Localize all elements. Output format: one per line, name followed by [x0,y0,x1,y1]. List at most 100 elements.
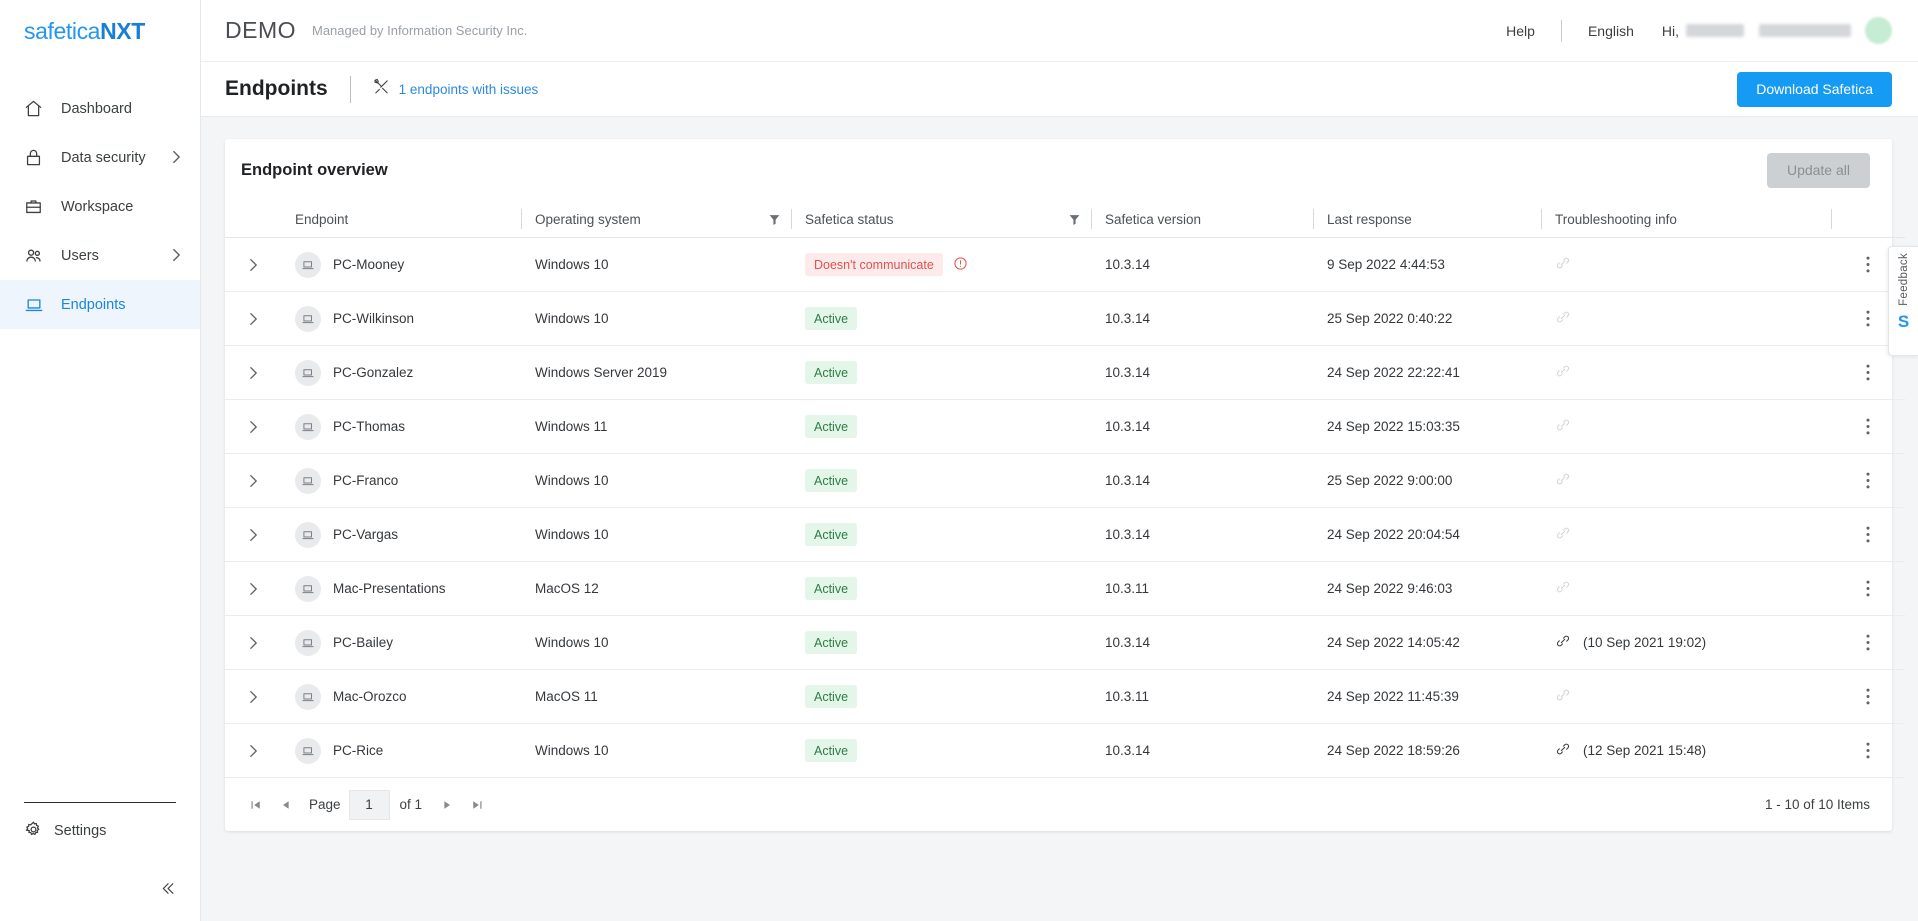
os-value: Windows 10 [535,527,609,542]
link-icon-active[interactable] [1555,633,1571,652]
row-expand-cell[interactable] [225,291,281,346]
table-row[interactable]: PC-Thomas Windows 11 Active 10.3.14 24 Sep 2… [225,399,1905,454]
sidebar-item-data-security[interactable]: Data security [0,133,200,182]
topbar: DEMO Managed by Information Security Inc… [201,0,1918,62]
chevron-right-icon[interactable] [225,670,281,723]
user-greeting[interactable]: Hi, [1662,23,1851,39]
row-expand-cell[interactable] [225,345,281,400]
next-page-icon[interactable] [432,790,462,820]
row-menu-icon[interactable] [1831,454,1905,507]
table-row[interactable]: PC-Vargas Windows 10 Active 10.3.14 24 Sep 2… [225,507,1905,562]
table-row[interactable]: PC-Gonzalez Windows Server 2019 Active 10.3… [225,345,1905,400]
cell-row-actions[interactable] [1831,507,1905,562]
cell-row-actions[interactable] [1831,453,1905,508]
chevron-double-left-icon[interactable] [157,879,176,902]
filter-icon-operating-system[interactable] [768,213,781,226]
last-response-value: 24 Sep 2022 22:22:41 [1327,365,1460,380]
row-expand-cell[interactable] [225,723,281,778]
version-value: 10.3.11 [1105,581,1150,596]
row-expand-cell[interactable] [225,237,281,292]
chevron-right-icon[interactable] [225,346,281,399]
cell-safetica-status: Active [791,669,1091,724]
brand-logo[interactable]: safeticaNXT [0,0,200,62]
language-selector[interactable]: English [1574,23,1648,39]
endpoint-name: Mac-Orozco [333,689,407,704]
link-icon-disabled[interactable] [1555,417,1571,436]
chevron-right-icon[interactable] [225,454,281,507]
laptop-icon [295,359,321,386]
update-all-button[interactable]: Update all [1766,152,1870,188]
laptop-icon [295,737,321,764]
os-value: Windows Server 2019 [535,365,668,380]
row-expand-cell[interactable] [225,669,281,724]
table-row[interactable]: Mac-Orozco MacOS 11 Active 10.3.11 24 Sep 20… [225,669,1905,724]
page-number-input[interactable] [348,789,390,820]
os-value: Windows 11 [535,419,608,434]
row-expand-cell[interactable] [225,453,281,508]
row-expand-cell[interactable] [225,507,281,562]
user-name-redacted-last [1759,24,1851,37]
table-row[interactable]: Mac-Presentations MacOS 12 Active 10.3.11 24… [225,561,1905,616]
troubleshooting-timestamp: (12 Sep 2021 15:48) [1583,743,1707,758]
table-row[interactable]: PC-Wilkinson Windows 10 Active 10.3.14 25 Se… [225,291,1905,346]
row-menu-icon[interactable] [1831,508,1905,561]
row-menu-icon[interactable] [1831,724,1905,777]
download-safetica-button[interactable]: Download Safetica [1737,71,1892,107]
cell-last-response: 24 Sep 2022 20:04:54 [1313,507,1541,562]
last-page-icon[interactable] [462,790,492,820]
sidebar-item-endpoints[interactable]: Endpoints [0,280,200,329]
table-row[interactable]: PC-Franco Windows 10 Active 10.3.14 25 Sep 2… [225,453,1905,508]
column-header-operating-system: Operating system [521,201,791,238]
link-icon-disabled[interactable] [1555,363,1571,382]
row-menu-icon[interactable] [1831,670,1905,723]
chevron-right-icon[interactable] [225,508,281,561]
warning-icon[interactable] [953,256,968,274]
last-response-value: 24 Sep 2022 14:05:42 [1327,635,1460,650]
row-menu-icon[interactable] [1831,400,1905,453]
cell-row-actions[interactable] [1831,399,1905,454]
link-icon-disabled[interactable] [1555,687,1571,706]
sidebar-item-users[interactable]: Users [0,231,200,280]
chevron-right-icon[interactable] [225,238,281,291]
expand-column-header [225,201,281,238]
endpoint-name: PC-Vargas [333,527,399,542]
table-row[interactable]: PC-Bailey Windows 10 Active 10.3.14 24 Sep 2… [225,615,1905,670]
avatar[interactable] [1865,17,1892,44]
chevron-right-icon[interactable] [225,292,281,345]
sidebar-item-workspace[interactable]: Workspace [0,182,200,231]
endpoint-name: Mac-Presentations [333,581,446,596]
feedback-tab[interactable]: Feedback S [1888,246,1918,356]
version-value: 10.3.14 [1105,419,1151,434]
endpoints-with-issues-link[interactable]: 1 endpoints with issues [373,78,538,100]
row-menu-icon[interactable] [1831,616,1905,669]
cell-row-actions[interactable] [1831,723,1905,778]
link-icon-disabled[interactable] [1555,309,1571,328]
row-expand-cell[interactable] [225,399,281,454]
chevron-right-icon[interactable] [225,562,281,615]
column-label: Last response [1327,211,1412,227]
cell-row-actions[interactable] [1831,615,1905,670]
chevron-right-icon[interactable] [225,616,281,669]
sidebar-item-settings[interactable]: Settings [0,803,200,859]
row-expand-cell[interactable] [225,561,281,616]
table-row[interactable]: PC-Rice Windows 10 Active 10.3.14 24 Sep 202… [225,723,1905,778]
row-expand-cell[interactable] [225,615,281,670]
row-menu-icon[interactable] [1831,562,1905,615]
link-icon-active[interactable] [1555,741,1571,760]
help-link[interactable]: Help [1492,23,1549,39]
filter-icon-safetica-status[interactable] [1068,213,1081,226]
cell-row-actions[interactable] [1831,561,1905,616]
link-icon-disabled[interactable] [1555,579,1571,598]
link-icon-disabled[interactable] [1555,525,1571,544]
chevron-right-icon[interactable] [225,400,281,453]
cell-row-actions[interactable] [1831,669,1905,724]
link-icon-disabled[interactable] [1555,255,1571,274]
table-row[interactable]: PC-Mooney Windows 10 Doesn't communicate 10… [225,237,1905,292]
prev-page-icon[interactable] [271,790,301,820]
first-page-icon[interactable] [241,790,271,820]
link-icon-disabled[interactable] [1555,471,1571,490]
cell-troubleshooting-info [1541,399,1831,454]
endpoint-overview-card: Endpoint overview Update all Endpoint Op… [225,139,1905,831]
chevron-right-icon[interactable] [225,724,281,777]
sidebar-item-dashboard[interactable]: Dashboard [0,84,200,133]
